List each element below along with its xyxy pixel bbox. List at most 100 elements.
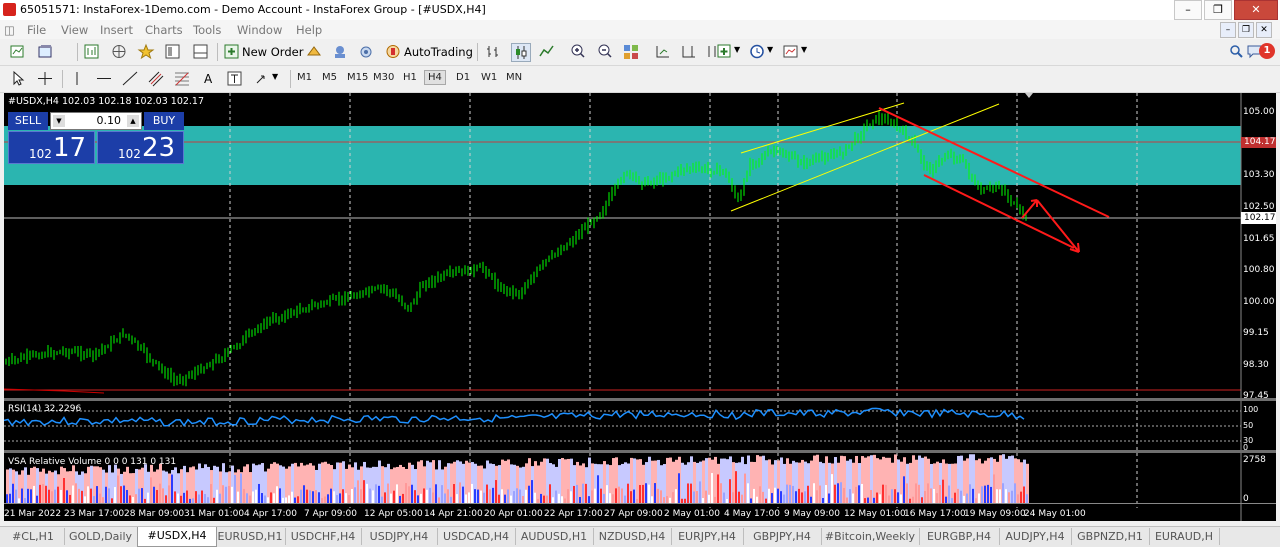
expert-icon[interactable] xyxy=(305,43,323,60)
menu-tools[interactable]: Tools xyxy=(193,23,221,37)
mdi-restore-button[interactable]: ❐ xyxy=(1238,22,1254,38)
navigator-icon[interactable] xyxy=(110,43,128,60)
tile-windows-icon[interactable] xyxy=(622,43,640,60)
buy-button[interactable]: BUY xyxy=(144,112,184,130)
timeframe-m1[interactable]: M1 xyxy=(297,72,312,83)
volume-bar xyxy=(279,488,281,503)
timeframe-mn[interactable]: MN xyxy=(506,72,522,83)
volume-bar xyxy=(294,462,297,503)
timeframe-m15[interactable]: M15 xyxy=(347,72,368,83)
indicators-icon[interactable] xyxy=(716,43,734,60)
zoom-out-icon[interactable] xyxy=(596,43,614,60)
chart-tab[interactable]: NZDUSD,H4 xyxy=(593,528,672,545)
chart-tab[interactable]: USDJPY,H4 xyxy=(361,528,438,545)
zoom-in-icon[interactable] xyxy=(569,43,587,60)
volume-bar xyxy=(741,494,743,503)
profiles-icon[interactable] xyxy=(37,43,55,60)
fibonacci-icon[interactable] xyxy=(173,70,191,87)
new-chart-icon[interactable] xyxy=(9,43,27,60)
chart-tab[interactable]: USDCHF,H4 xyxy=(285,528,362,545)
chart-tab[interactable]: #CL,H1 xyxy=(2,528,65,545)
search-icon[interactable] xyxy=(1228,43,1246,60)
chart-tab[interactable]: USDCAD,H4 xyxy=(437,528,516,545)
indicators-dropdown-icon[interactable]: ▼ xyxy=(734,45,740,54)
chart-window[interactable]: 104.17 102.17 xyxy=(4,93,1276,521)
volume-bar xyxy=(273,493,275,503)
equidistant-channel-icon[interactable] xyxy=(147,70,165,87)
chart-tab[interactable]: EURGBP,H4 xyxy=(919,528,1000,545)
signals-icon[interactable] xyxy=(331,43,349,60)
periodicity-icon[interactable] xyxy=(748,43,766,60)
chart-tab[interactable]: EURAUD,H xyxy=(1149,528,1220,545)
menu-help[interactable]: Help xyxy=(296,23,322,37)
chart-menu-icon[interactable]: ◫ xyxy=(4,23,15,37)
volume-bar xyxy=(630,491,632,503)
timeframe-h1[interactable]: H1 xyxy=(403,72,417,83)
mdi-close-button[interactable]: ✕ xyxy=(1256,22,1272,38)
templates-dropdown-icon[interactable]: ▼ xyxy=(801,45,807,54)
arrows-dropdown-icon[interactable]: ▼ xyxy=(272,72,278,81)
lot-size-input[interactable]: ▼ 0.10 ▲ xyxy=(50,112,142,130)
menu-insert[interactable]: Insert xyxy=(100,23,133,37)
periodicity-dropdown-icon[interactable]: ▼ xyxy=(767,45,773,54)
line-chart-icon[interactable] xyxy=(538,43,556,60)
timeframe-m5[interactable]: M5 xyxy=(322,72,337,83)
chart-tab[interactable]: AUDJPY,H4 xyxy=(999,528,1072,545)
chart-tab[interactable]: GBPNZD,H1 xyxy=(1071,528,1150,545)
minimize-button[interactable]: – xyxy=(1174,0,1202,20)
chart-tab[interactable]: AUDUSD,H1 xyxy=(515,528,594,545)
timeframe-w1[interactable]: W1 xyxy=(481,72,497,83)
text-label-icon[interactable] xyxy=(226,70,244,87)
data-window-icon[interactable] xyxy=(164,43,182,60)
radio-icon[interactable] xyxy=(357,43,375,60)
cursor-icon[interactable] xyxy=(9,70,27,87)
trendline-icon[interactable] xyxy=(121,70,139,87)
horizontal-line-icon[interactable] xyxy=(95,70,113,87)
chart-tab[interactable]: GBPJPY,H4 xyxy=(743,528,822,545)
menu-charts[interactable]: Charts xyxy=(145,23,183,37)
sell-button[interactable]: SELL xyxy=(8,112,48,130)
sell-price[interactable]: 102 17 xyxy=(8,131,95,164)
menu-view[interactable]: View xyxy=(61,23,88,37)
menu-window[interactable]: Window xyxy=(237,23,282,37)
close-button[interactable]: ✕ xyxy=(1234,0,1278,20)
new-order-icon[interactable] xyxy=(223,43,241,60)
volume-bar xyxy=(459,482,461,503)
volume-bar xyxy=(78,488,80,503)
timeframe-d1[interactable]: D1 xyxy=(456,72,470,83)
timeframe-m30[interactable]: M30 xyxy=(373,72,394,83)
chart-shift-icon[interactable] xyxy=(680,43,698,60)
app-icon xyxy=(3,3,16,16)
volume-bar xyxy=(138,488,140,503)
chart-tab[interactable]: #USDX,H4 xyxy=(137,527,217,547)
volume-bar xyxy=(945,496,947,503)
menu-file[interactable]: File xyxy=(27,23,46,37)
new-order-button[interactable]: New Order xyxy=(242,45,303,59)
crosshair-icon[interactable] xyxy=(36,70,54,87)
chart-tab[interactable]: GOLD,Daily xyxy=(64,528,138,545)
timeframe-h4[interactable]: H4 xyxy=(424,70,446,85)
lot-decrease-icon[interactable]: ▼ xyxy=(53,115,65,127)
vertical-line-icon[interactable] xyxy=(68,70,86,87)
chart-tab[interactable]: EURUSD,H1 xyxy=(215,528,286,545)
autotrading-button[interactable]: AutoTrading xyxy=(404,45,473,59)
maximize-button[interactable]: ❐ xyxy=(1204,0,1232,20)
text-icon[interactable]: A xyxy=(204,72,212,86)
notification-badge[interactable]: 1 xyxy=(1259,43,1275,59)
resistance-zone xyxy=(4,126,1241,185)
favorites-icon[interactable] xyxy=(137,43,155,60)
chart-tab[interactable]: #Bitcoin,Weekly xyxy=(821,528,920,545)
bar-chart-icon[interactable] xyxy=(484,43,502,60)
volume-bar xyxy=(99,493,101,503)
candlestick-chart-icon[interactable] xyxy=(511,43,531,62)
buy-price[interactable]: 102 23 xyxy=(97,131,184,164)
terminal-icon[interactable] xyxy=(192,43,210,60)
autotrading-icon[interactable] xyxy=(384,43,402,60)
lot-increase-icon[interactable]: ▲ xyxy=(127,115,139,127)
market-watch-icon[interactable] xyxy=(83,43,101,60)
chart-tab[interactable]: EURJPY,H4 xyxy=(671,528,744,545)
mdi-minimize-button[interactable]: – xyxy=(1220,22,1236,38)
auto-scroll-icon[interactable] xyxy=(654,43,672,60)
arrows-icon[interactable] xyxy=(254,70,272,87)
templates-icon[interactable] xyxy=(782,43,800,60)
